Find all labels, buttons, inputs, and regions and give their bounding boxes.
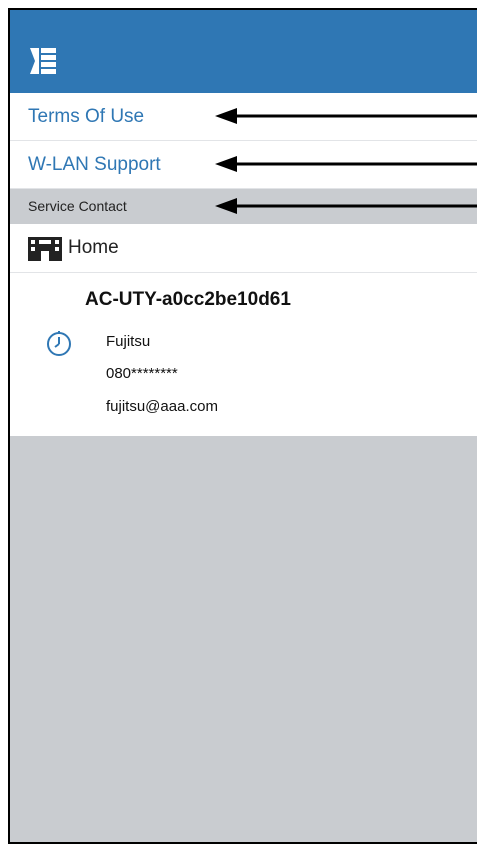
contact-phone: 080******** <box>106 365 178 382</box>
terms-of-use-label: Terms Of Use <box>28 106 145 127</box>
menu-toggle-icon[interactable] <box>30 46 56 76</box>
callout-arrow <box>215 108 477 124</box>
wlan-support-label: W-LAN Support <box>28 154 161 175</box>
building-icon <box>28 237 62 261</box>
device-contact-card: AC-UTY-a0cc2be10d61 Fujitsu 080******** … <box>10 273 477 436</box>
home-group-row: Home <box>10 224 477 273</box>
home-group-label: Home <box>68 237 119 258</box>
device-name: AC-UTY-a0cc2be10d61 <box>85 289 291 310</box>
side-menu-panel: Terms Of Use W-LAN Support Service Conta… <box>10 93 477 436</box>
callout-arrow <box>215 156 477 172</box>
contact-name: Fujitsu <box>106 333 151 350</box>
service-contact-header: Service Contact <box>10 189 477 224</box>
contact-email: fujitsu@aaa.com <box>106 398 218 415</box>
callout-arrow <box>215 198 477 214</box>
app-screen: Terms Of Use W-LAN Support Service Conta… <box>8 8 477 844</box>
clock-icon <box>47 331 71 356</box>
terms-of-use-link[interactable]: Terms Of Use <box>10 93 477 141</box>
wlan-support-link[interactable]: W-LAN Support <box>10 141 477 189</box>
app-header <box>10 10 477 93</box>
service-contact-title: Service Contact <box>28 198 127 214</box>
